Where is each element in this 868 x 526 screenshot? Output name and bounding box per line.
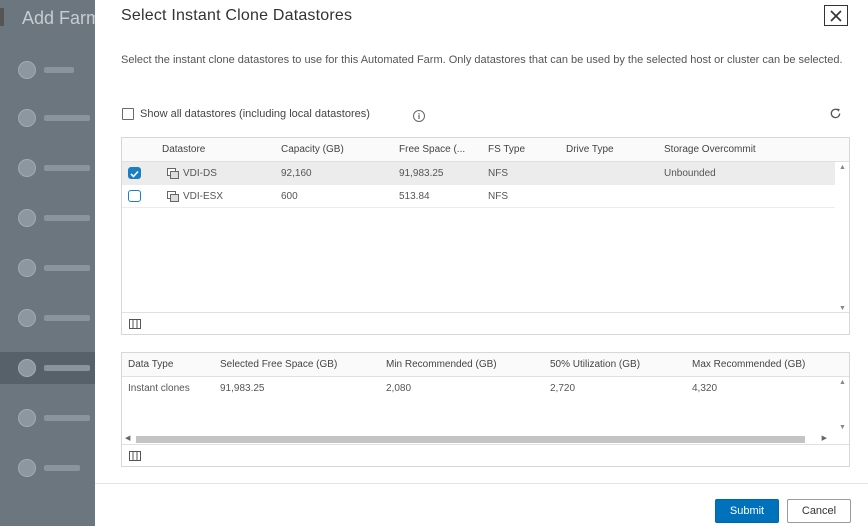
checkmark-icon: [130, 170, 139, 178]
wizard-step-1: [18, 60, 98, 80]
cell-selected-free-space: 91,983.25: [220, 383, 265, 394]
column-toggle-icon[interactable]: [129, 319, 141, 329]
table-row: Instant clones 91,983.25 2,080 2,720 4,3…: [122, 377, 835, 400]
column-header-capacity[interactable]: Capacity (GB): [281, 144, 344, 155]
refresh-icon[interactable]: [829, 107, 842, 120]
dialog-title: Select Instant Clone Datastores: [121, 7, 353, 24]
scroll-left-icon[interactable]: ◀: [125, 434, 130, 442]
cell-data-type: Instant clones: [128, 383, 190, 394]
scrollbar-thumb[interactable]: [136, 436, 805, 443]
cell-max-recommended: 4,320: [692, 383, 718, 394]
datastore-grid-header: Datastore Capacity (GB) Free Space (... …: [122, 138, 849, 162]
scroll-right-icon[interactable]: ▶: [822, 434, 827, 442]
cell-min-recommended: 2,080: [386, 383, 412, 394]
column-header-data-type[interactable]: Data Type: [128, 359, 173, 370]
column-toggle-icon[interactable]: [129, 451, 141, 461]
column-header-selected-free-space[interactable]: Selected Free Space (GB): [220, 359, 337, 370]
scroll-down-icon[interactable]: ▼: [839, 305, 846, 312]
wizard-step-4: [18, 208, 98, 228]
table-row[interactable]: VDI-DS 92,160 91,983.25 NFS Unbounded: [122, 162, 835, 185]
wizard-step-5: [18, 258, 98, 278]
datastore-icon: [167, 191, 179, 202]
info-icon[interactable]: i: [413, 110, 425, 122]
column-header-max-recommended[interactable]: Max Recommended (GB): [692, 359, 805, 370]
cancel-button[interactable]: Cancel: [787, 499, 851, 523]
cell-datastore: VDI-ESX: [183, 191, 224, 202]
cell-free-space: 91,983.25: [399, 168, 444, 179]
footer-divider: [95, 483, 868, 484]
column-header-min-recommended[interactable]: Min Recommended (GB): [386, 359, 497, 370]
scroll-down-icon[interactable]: ▼: [839, 424, 846, 431]
cell-fs-type: NFS: [488, 191, 508, 202]
datastore-grid: Datastore Capacity (GB) Free Space (... …: [121, 137, 850, 335]
cell-capacity: 600: [281, 191, 298, 202]
row-checkbox-checked[interactable]: [128, 167, 141, 179]
wizard-step-8: [18, 408, 98, 428]
cell-storage-overcommit: Unbounded: [664, 168, 716, 179]
wizard-step-7: [18, 358, 98, 378]
datastore-grid-vertical-scrollbar[interactable]: ▲ ▼: [836, 162, 849, 314]
cell-capacity: 92,160: [281, 168, 312, 179]
datastore-grid-footer: [122, 312, 849, 334]
show-all-checkbox[interactable]: [122, 108, 134, 120]
column-header-fs-type[interactable]: FS Type: [488, 144, 525, 155]
cell-fs-type: NFS: [488, 168, 508, 179]
column-header-free-space[interactable]: Free Space (...: [399, 144, 465, 155]
column-header-datastore[interactable]: Datastore: [162, 144, 205, 155]
column-header-50-utilization[interactable]: 50% Utilization (GB): [550, 359, 640, 370]
wizard-edge-mark: [0, 8, 4, 26]
close-button[interactable]: [824, 5, 848, 26]
summary-grid-footer: [122, 444, 849, 466]
cell-datastore: VDI-DS: [183, 168, 217, 179]
datastore-icon: [167, 168, 179, 179]
summary-grid: Data Type Selected Free Space (GB) Min R…: [121, 352, 850, 467]
wizard-step-2: [18, 108, 98, 128]
column-header-drive-type[interactable]: Drive Type: [566, 144, 614, 155]
select-datastores-dialog: Select Instant Clone Datastores Select t…: [95, 0, 868, 526]
wizard-step-3: [18, 158, 98, 178]
summary-grid-header: Data Type Selected Free Space (GB) Min R…: [122, 353, 849, 377]
row-checkbox-unchecked[interactable]: [128, 190, 141, 202]
show-all-label: Show all datastores (including local dat…: [140, 108, 370, 120]
wizard-step-9: [18, 458, 98, 478]
wizard-step-6: [18, 308, 98, 328]
table-row[interactable]: VDI-ESX 600 513.84 NFS: [122, 185, 835, 208]
submit-button[interactable]: Submit: [715, 499, 779, 523]
scroll-up-icon[interactable]: ▲: [839, 379, 846, 386]
wizard-title: Add Farm: [22, 8, 102, 28]
summary-grid-vertical-scrollbar[interactable]: ▲ ▼: [836, 377, 849, 433]
scroll-up-icon[interactable]: ▲: [839, 164, 846, 171]
close-icon: [830, 9, 842, 22]
cell-free-space: 513.84: [399, 191, 430, 202]
cell-50-utilization: 2,720: [550, 383, 576, 394]
column-header-storage-overcommit[interactable]: Storage Overcommit: [664, 144, 756, 155]
dialog-description: Select the instant clone datastores to u…: [121, 54, 843, 66]
show-all-datastores-option[interactable]: Show all datastores (including local dat…: [122, 108, 370, 120]
